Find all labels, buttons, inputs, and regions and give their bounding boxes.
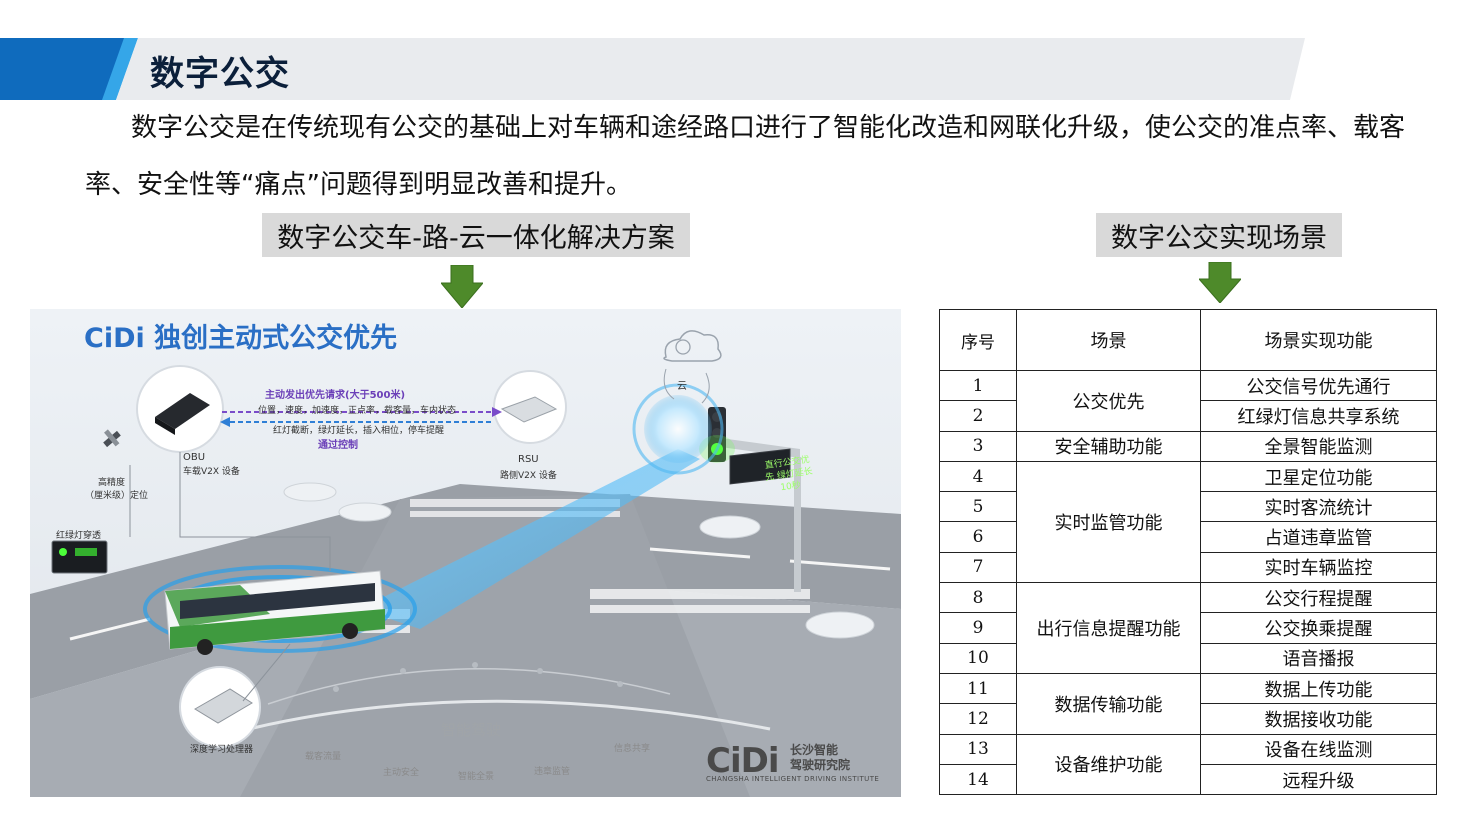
signal-penetration-label: 红绿灯穿透 (56, 531, 102, 541)
request-label: 主动发出优先请求(大于500米) (265, 390, 406, 401)
feature-label: 智能全景 (458, 772, 495, 782)
feature-label: 违章监管 (534, 767, 571, 777)
figure-title: CiDi 独创主动式公交优先 (84, 323, 398, 354)
rsu-desc: 路侧V2X 设备 (500, 471, 557, 481)
function-cell: 公交信号优先通行 (1200, 369, 1437, 402)
function-cell: 占道违章监管 (1200, 521, 1437, 553)
scene-cell: 公交优先 (1016, 370, 1201, 432)
gps-label-2: （厘米级）定位 (85, 491, 149, 501)
header-index: 序号 (939, 309, 1017, 371)
function-cell: 卫星定位功能 (1200, 460, 1437, 493)
function-cell: 公交换乘提醒 (1200, 612, 1437, 644)
down-arrow-icon (1199, 262, 1241, 303)
row-index: 3 (939, 430, 1017, 462)
feature-label: 信息共享 (614, 744, 651, 754)
function-cell: 红绿灯信息共享系统 (1200, 400, 1437, 432)
control-label: 通过控制 (318, 440, 358, 451)
row-index: 14 (939, 763, 1017, 796)
scene-cell: 设备维护功能 (1016, 733, 1201, 796)
table-row: 13 设备维护功能 设备在线监测 (939, 733, 1437, 796)
sign-board-text: 直行公交优先 绿灯延长10秒 (764, 455, 814, 494)
logo-cn-line-2: 驾驶研究院 (790, 758, 851, 772)
function-cell: 数据上传功能 (1200, 672, 1437, 705)
scene-cell: 安全辅助功能 (1016, 430, 1201, 462)
table-row: 3 安全辅助功能 全景智能监测 (939, 430, 1437, 462)
scene-cell: 出行信息提醒功能 (1016, 582, 1201, 674)
logo-cn-text: 长沙智能 驾驶研究院 (790, 743, 850, 773)
row-index: 10 (939, 642, 1017, 674)
row-index: 9 (939, 612, 1017, 644)
row-index: 11 (939, 672, 1017, 705)
logo-cn-line-1: 长沙智能 (790, 743, 839, 757)
bus-priority-illustration: CiDi 独创主动式公交优先 主动发出优先请求(大于500米) 位置，速度，加速… (30, 309, 901, 797)
header-scene: 场景 (1016, 309, 1201, 371)
logo-en-text: CHANGSHA INTELLIGENT DRIVING INSTITUTE (706, 775, 880, 783)
row-index: 13 (939, 733, 1017, 765)
table-row: 11 数据传输功能 数据上传功能 (939, 672, 1437, 735)
function-cell: 远程升级 (1200, 763, 1437, 796)
info-line-1: 位置，速度，加速度，正点率，载客量，车内状态 (258, 406, 457, 416)
scenes-table: 序号 场景 场景实现功能 1 公交优先 公交信号优先通行 2 红绿灯信息共享系统… (939, 309, 1437, 796)
row-index: 2 (939, 400, 1017, 432)
table-row: 1 公交优先 公交信号优先通行 (939, 369, 1437, 432)
table-row: 8 出行信息提醒功能 公交行程提醒 (939, 582, 1437, 674)
function-cell: 数据接收功能 (1200, 703, 1437, 735)
feature-label: 载客流量 (305, 752, 342, 762)
row-index: 4 (939, 460, 1017, 493)
smart-drive-label: 智能驾驶 (441, 721, 502, 739)
row-index: 7 (939, 551, 1017, 584)
function-cell: 公交行程提醒 (1200, 582, 1437, 614)
processor-label: 深度学习处理器 (190, 745, 254, 755)
function-cell: 全景智能监测 (1200, 430, 1437, 462)
scenes-heading: 数字公交实现场景 (1096, 213, 1342, 257)
header-function: 场景实现功能 (1200, 309, 1437, 371)
table-row: 4 实时监管功能 卫星定位功能 (939, 460, 1437, 584)
page-title: 数字公交 (150, 54, 290, 94)
info-line-2: 红灯截断，绿灯延长，插入相位，停车提醒 (273, 426, 445, 436)
obu-name: OBU (183, 452, 206, 463)
row-index: 1 (939, 369, 1017, 402)
row-index: 12 (939, 703, 1017, 735)
table-header-row: 序号 场景 场景实现功能 (939, 309, 1437, 371)
function-cell: 设备在线监测 (1200, 733, 1437, 765)
scene-cell: 数据传输功能 (1016, 672, 1201, 735)
down-arrow-icon (441, 265, 483, 308)
intro-paragraph: 数字公交是在传统现有公交的基础上对车辆和途经路口进行了智能化改造和网联化升级，使… (85, 113, 1406, 200)
row-index: 5 (939, 491, 1017, 523)
feature-label: 主动安全 (383, 768, 420, 778)
cloud-label: 云 (677, 381, 687, 392)
gps-label-1: 高精度 (98, 478, 126, 488)
rsu-name: RSU (518, 454, 539, 465)
scene-cell: 实时监管功能 (1016, 460, 1201, 584)
solution-heading: 数字公交车-路-云一体化解决方案 (262, 213, 690, 257)
row-index: 6 (939, 521, 1017, 553)
function-cell: 实时车辆监控 (1200, 551, 1437, 584)
obu-desc: 车载V2X 设备 (183, 467, 240, 477)
function-cell: 实时客流统计 (1200, 491, 1437, 523)
row-index: 8 (939, 582, 1017, 614)
function-cell: 语音播报 (1200, 642, 1437, 674)
